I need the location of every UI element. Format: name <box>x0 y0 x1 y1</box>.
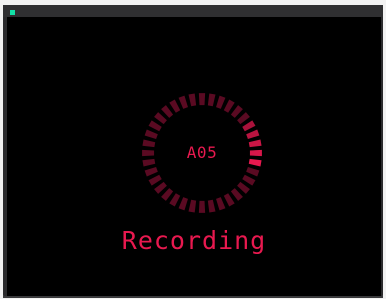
ring-segment <box>161 188 174 201</box>
window-bottom-edge <box>3 296 383 298</box>
ring-segment <box>148 174 162 186</box>
ring-segment <box>144 129 158 139</box>
ring-segment <box>207 199 216 213</box>
ring-segment <box>188 199 197 213</box>
ring-segment <box>178 197 188 211</box>
recorder-window: A05 Recording <box>3 5 383 297</box>
ring-segment <box>198 93 206 106</box>
ring-segment <box>246 129 260 139</box>
ring-segment <box>169 193 181 207</box>
ring-segment <box>144 167 158 177</box>
ring-segment <box>242 174 256 186</box>
recording-status: Recording <box>121 226 267 255</box>
recorder-screen: A05 Recording <box>7 17 381 297</box>
ring-segment <box>223 99 235 113</box>
ring-segment <box>161 105 174 118</box>
ring-segment <box>237 112 250 125</box>
title-bar <box>3 5 383 17</box>
ring-segment <box>242 120 256 132</box>
ring-segment <box>230 105 243 118</box>
ring-segment <box>223 193 235 207</box>
ring-segment <box>216 95 226 109</box>
recording-code: A05 <box>186 143 218 162</box>
ring-segment <box>178 95 188 109</box>
ring-segment <box>237 181 250 194</box>
ring-segment <box>230 188 243 201</box>
status-led-icon <box>10 10 15 15</box>
ring-segment <box>198 200 206 213</box>
ring-segment <box>188 93 197 107</box>
ring-segment <box>148 120 162 132</box>
ring-segment <box>216 197 226 211</box>
ring-segment <box>207 93 216 107</box>
ring-segment <box>169 99 181 113</box>
ring-segment <box>246 167 260 177</box>
ring-segment <box>154 112 167 125</box>
ring-segment <box>154 181 167 194</box>
